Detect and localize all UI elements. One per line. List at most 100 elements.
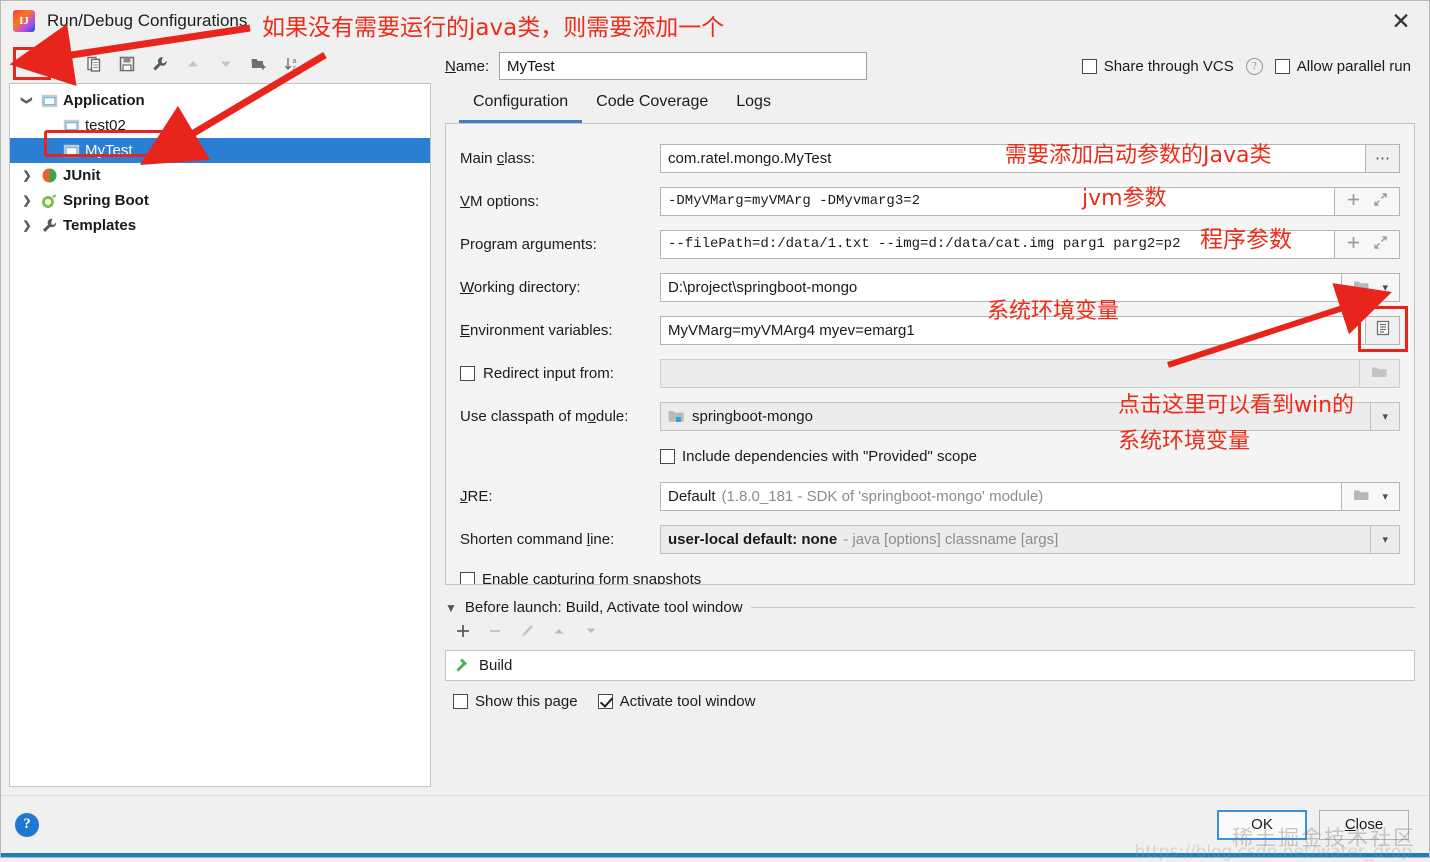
chevron-down-icon[interactable]: ▾ <box>1382 281 1388 294</box>
use-classpath-combo[interactable]: springboot-mongo <box>660 401 1372 431</box>
allow-parallel-run-checkbox[interactable]: Allow parallel run <box>1274 58 1411 75</box>
name-row: Name: Share through VCS ? Allow parallel… <box>445 45 1415 87</box>
shorten-command-line-hint: - java [options] classname [args] <box>843 530 1059 548</box>
application-icon <box>60 119 82 133</box>
folder-icon[interactable] <box>1353 487 1370 506</box>
include-dependencies-box[interactable] <box>660 448 675 464</box>
expand-icon[interactable] <box>1373 235 1388 254</box>
chevron-down-icon[interactable]: ▾ <box>1382 490 1388 503</box>
shorten-command-line-combo[interactable]: user-local default: none - java [options… <box>660 524 1372 554</box>
save-configuration-button[interactable] <box>114 51 140 77</box>
use-classpath-label: Use classpath of module: <box>460 407 629 425</box>
share-through-vcs-checkbox[interactable]: Share through VCS <box>1081 58 1234 75</box>
tree-item-application[interactable]: ❯ Application <box>10 88 430 113</box>
name-label: Name: <box>445 57 490 75</box>
close-icon[interactable]: ✕ <box>1387 9 1415 35</box>
enable-capturing-checkbox[interactable]: Enable capturing form snapshots <box>460 570 702 585</box>
redirect-input-checkbox[interactable]: Redirect input from: <box>460 365 660 382</box>
allow-parallel-run-box[interactable] <box>1274 58 1290 74</box>
footer-buttons: OK Close <box>1217 809 1409 840</box>
tree-item-junit[interactable]: ❯ JUnit <box>10 163 430 188</box>
shorten-command-line-row: Shorten command line: user-local default… <box>460 521 1400 557</box>
tree-item-spring-boot[interactable]: ❯ Spring Boot <box>10 188 430 213</box>
edit-task-button[interactable] <box>519 623 535 643</box>
ellipsis-icon: ⋯ <box>1375 150 1390 167</box>
tree-item-test02[interactable]: test02 <box>10 113 430 138</box>
enable-capturing-box[interactable] <box>460 571 475 584</box>
folder-icon[interactable] <box>1353 278 1370 297</box>
shorten-command-line-actions: ▾ <box>1371 524 1400 554</box>
folder-icon[interactable] <box>1371 364 1388 383</box>
include-dependencies-row: Include dependencies with "Provided" sco… <box>460 441 1400 471</box>
intellij-idea-logo: IJ <box>13 10 35 32</box>
add-task-button[interactable] <box>455 623 471 643</box>
main-class-browse-button[interactable]: ⋯ <box>1366 143 1400 173</box>
tab-logs[interactable]: Logs <box>722 89 785 123</box>
activate-tool-window-box[interactable] <box>597 693 613 709</box>
chevron-right-icon[interactable]: ❯ <box>16 219 38 232</box>
main-class-label: Main class: <box>460 149 536 167</box>
svg-text:z: z <box>293 65 297 72</box>
close-button[interactable]: Close <box>1319 809 1409 840</box>
remove-configuration-button[interactable] <box>48 51 74 77</box>
question-mark-icon[interactable]: ? <box>1245 57 1263 75</box>
share-through-vcs-box[interactable] <box>1081 58 1097 74</box>
add-configuration-button[interactable] <box>15 51 41 77</box>
dialog-content: a z ❯ Application test02 MyTest ❯ JUnit ❯ Sprin… <box>1 41 1429 795</box>
activate-tool-window-checkbox[interactable]: Activate tool window <box>597 693 755 710</box>
question-mark-icon[interactable]: ? <box>15 812 39 837</box>
tab-configuration[interactable]: Configuration <box>459 89 583 123</box>
plus-icon[interactable] <box>1346 235 1361 254</box>
tree-item-templates[interactable]: ❯ Templates <box>10 213 430 238</box>
redirect-input-label: Redirect input from: <box>483 364 614 382</box>
program-arguments-input[interactable]: --filePath=d:/data/1.txt --img=d:/data/c… <box>660 229 1335 259</box>
before-launch-divider <box>750 607 1415 608</box>
sort-alphabetically-button[interactable]: a z <box>279 51 305 77</box>
expand-icon[interactable] <box>1373 192 1388 211</box>
close-button-label: Close <box>1344 816 1384 833</box>
triangle-down-icon[interactable]: ▼ <box>445 601 457 615</box>
tree-item-label: MyTest <box>85 142 133 159</box>
environment-variables-row: Environment variables: MyVMarg=myVMArg4 … <box>460 305 1408 352</box>
name-input[interactable] <box>499 52 867 80</box>
working-directory-input[interactable]: D:\project\springboot-mongo <box>660 272 1343 302</box>
tree-item-mytest[interactable]: MyTest <box>10 138 430 163</box>
edit-templates-button[interactable] <box>147 51 173 77</box>
move-task-up-button[interactable] <box>551 623 567 643</box>
move-task-down-button[interactable] <box>583 623 599 643</box>
configurations-tree[interactable]: ❯ Application test02 MyTest ❯ JUnit ❯ Spring Bo… <box>9 83 431 787</box>
move-down-button[interactable] <box>213 51 239 77</box>
chevron-down-icon[interactable]: ❯ <box>21 90 34 112</box>
before-launch-toolbar <box>445 616 1415 650</box>
move-up-button[interactable] <box>180 51 206 77</box>
show-this-page-checkbox[interactable]: Show this page <box>453 693 578 710</box>
use-classpath-actions: ▾ <box>1371 401 1400 431</box>
redirect-input-box[interactable] <box>460 365 475 381</box>
show-this-page-box[interactable] <box>453 693 468 709</box>
chevron-right-icon[interactable]: ❯ <box>16 194 38 207</box>
vm-options-input[interactable]: -DMyVMarg=myVMArg -DMyvmarg3=2 <box>660 186 1335 216</box>
environment-variables-edit-button[interactable] <box>1366 315 1400 345</box>
program-arguments-row: Program arguments: --filePath=d:/data/1.… <box>460 226 1400 262</box>
jre-combo[interactable]: Default (1.8.0_181 - SDK of 'springboot-… <box>660 481 1343 511</box>
remove-task-button[interactable] <box>487 623 503 643</box>
enable-capturing-label: Enable capturing form snapshots <box>482 570 702 585</box>
chevron-right-icon[interactable]: ❯ <box>16 169 38 182</box>
application-icon <box>60 144 82 158</box>
move-into-folder-button[interactable] <box>246 51 272 77</box>
use-classpath-row: Use classpath of module: springboot-mong… <box>460 398 1400 434</box>
working-directory-row: Working directory: D:\project\springboot… <box>460 269 1400 305</box>
ok-button[interactable]: OK <box>1217 809 1307 840</box>
include-dependencies-checkbox[interactable]: Include dependencies with "Provided" sco… <box>660 448 977 465</box>
redirect-input-input[interactable] <box>660 358 1360 388</box>
plus-icon[interactable] <box>1346 192 1361 211</box>
chevron-down-icon[interactable]: ▾ <box>1382 410 1388 423</box>
tab-code-coverage[interactable]: Code Coverage <box>582 89 722 123</box>
main-class-input[interactable]: com.ratel.mongo.MyTest <box>660 143 1366 173</box>
tree-toolbar: a z <box>9 45 431 83</box>
shorten-command-line-value: user-local default: none <box>668 530 838 548</box>
before-launch-task-list[interactable]: Build <box>445 650 1415 681</box>
copy-configuration-button[interactable] <box>81 51 107 77</box>
environment-variables-input[interactable]: MyVMarg=myVMArg4 myev=emarg1 <box>660 315 1366 345</box>
chevron-down-icon[interactable]: ▾ <box>1382 533 1388 546</box>
